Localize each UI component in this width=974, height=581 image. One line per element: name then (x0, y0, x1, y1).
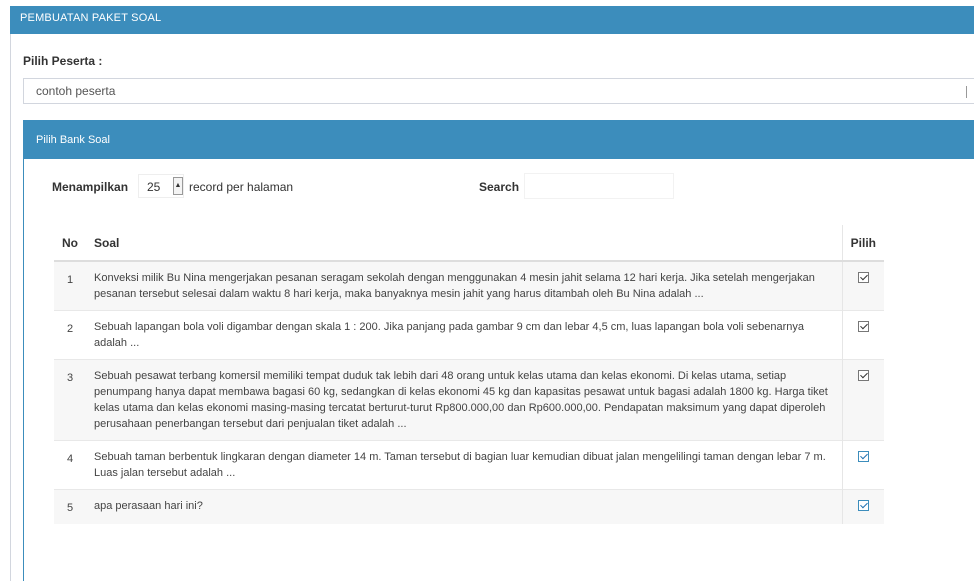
row-question-text: Sebuah pesawat terbang komersil memiliki… (86, 359, 843, 441)
peserta-selected-value: contoh peserta (36, 84, 116, 98)
page-header: PEMBUATAN PAKET SOAL (10, 6, 974, 34)
table-row: 1 Konveksi milik Bu Nina mengerjakan pes… (54, 260, 884, 311)
search-label: Search (479, 180, 520, 194)
per-page-label: record per halaman (189, 180, 294, 194)
table-controls: Menampilkan 25 ▲ record per halaman Sear… (24, 159, 974, 219)
row-number: 1 (54, 260, 86, 311)
page-length-select[interactable]: 25 ▲ (138, 174, 184, 198)
row-question-text: Sebuah lapangan bola voli digambar denga… (86, 310, 843, 360)
peserta-select[interactable]: contoh peserta (23, 78, 974, 104)
row-select-cell (841, 260, 884, 311)
row-question-text: Konveksi milik Bu Nina mengerjakan pesan… (86, 260, 843, 311)
table-row: 4 Sebuah taman berbentuk lingkaran denga… (54, 440, 884, 490)
select-checkbox[interactable] (857, 451, 869, 462)
row-select-cell (841, 440, 884, 490)
chevron-down-icon[interactable] (966, 86, 974, 98)
row-question-text: Sebuah taman berbentuk lingkaran dengan … (86, 440, 843, 490)
table-header-row: No Soal Pilih (54, 225, 884, 262)
page-title: PEMBUATAN PAKET SOAL (20, 12, 162, 24)
bank-soal-title: Pilih Bank Soal (36, 134, 110, 146)
bank-soal-header: Pilih Bank Soal (24, 121, 974, 159)
page-length-value: 25 (147, 180, 161, 194)
table-row: 2 Sebuah lapangan bola voli digambar den… (54, 310, 884, 360)
row-number: 5 (54, 489, 86, 524)
search-input[interactable] (524, 173, 674, 199)
table-row: 5 apa perasaan hari ini? (54, 489, 884, 524)
bank-soal-panel: Pilih Bank Soal Menampilkan 25 ▲ record … (23, 120, 974, 581)
row-select-cell (841, 489, 884, 524)
show-entries-label: Menampilkan (52, 180, 129, 194)
soal-table: No Soal Pilih 1 Konveksi milik Bu Nina m… (54, 225, 884, 524)
select-checkbox[interactable] (857, 272, 869, 283)
row-number: 2 (54, 310, 86, 360)
select-checkbox[interactable] (857, 500, 869, 511)
row-question-text: apa perasaan hari ini? (86, 489, 843, 524)
row-select-cell (841, 310, 884, 360)
row-select-cell (841, 359, 884, 441)
row-number: 3 (54, 359, 86, 441)
row-number: 4 (54, 440, 86, 490)
main-panel: Pilih Peserta : contoh peserta Pilih Ban… (10, 34, 974, 581)
spinner-arrows-icon[interactable]: ▲ (173, 177, 183, 195)
column-header-no[interactable]: No (54, 225, 86, 262)
column-header-pilih[interactable]: Pilih (841, 225, 884, 262)
table-row: 3 Sebuah pesawat terbang komersil memili… (54, 359, 884, 441)
select-checkbox[interactable] (857, 321, 869, 332)
select-checkbox[interactable] (857, 370, 869, 381)
column-header-soal[interactable]: Soal (86, 225, 843, 262)
peserta-label: Pilih Peserta : (23, 54, 103, 68)
